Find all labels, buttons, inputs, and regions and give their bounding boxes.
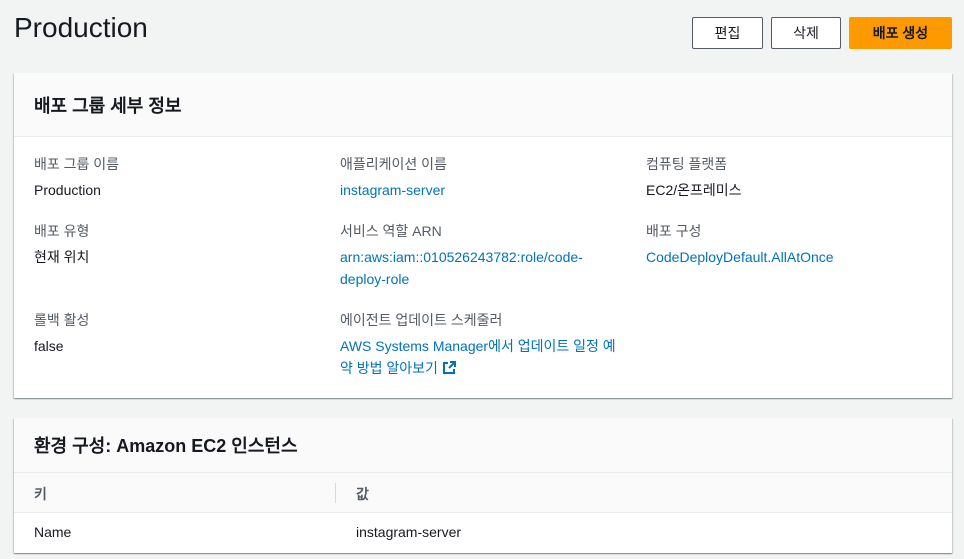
agent-scheduler-line1: AWS Systems Manager에서 업데이트 일정 예 bbox=[340, 338, 616, 354]
details-panel-title: 배포 그룹 세부 정보 bbox=[34, 95, 182, 116]
service-role-field: 서비스 역할 ARN arn:aws:iam::010526243782:rol… bbox=[340, 221, 630, 290]
deploy-type-field: 배포 유형 현재 위치 bbox=[34, 221, 324, 268]
group-name-field: 배포 그룹 이름 Production bbox=[34, 154, 324, 201]
deploy-config-label: 배포 구성 bbox=[646, 223, 702, 239]
app-name-link[interactable]: instagram-server bbox=[340, 179, 630, 201]
row-value-cell: instagram-server bbox=[356, 524, 462, 540]
service-role-label: 서비스 역할 ARN bbox=[340, 223, 442, 239]
service-role-link[interactable]: arn:aws:iam::010526243782:role/code- dep… bbox=[340, 246, 630, 290]
deploy-type-value: 현재 위치 bbox=[34, 249, 90, 265]
env-table-header: 키 값 bbox=[14, 473, 952, 513]
column-header-value: 값 bbox=[356, 486, 369, 502]
deploy-type-label: 배포 유형 bbox=[34, 223, 90, 239]
deploy-config-field: 배포 구성 CodeDeployDefault.AllAtOnce bbox=[646, 221, 936, 268]
delete-button[interactable]: 삭제 bbox=[771, 17, 841, 49]
deployment-group-details-panel: 배포 그룹 세부 정보 배포 그룹 이름 Production 애플리케이션 이… bbox=[14, 73, 952, 398]
env-panel-title: 환경 구성: Amazon EC2 인스턴스 bbox=[34, 436, 298, 456]
platform-label: 컴퓨팅 플랫폼 bbox=[646, 156, 728, 172]
app-name-field: 애플리케이션 이름 instagram-server bbox=[340, 154, 630, 201]
header-actions: 편집 삭제 배포 생성 bbox=[692, 17, 952, 49]
environment-config-panel: 환경 구성: Amazon EC2 인스턴스 키 값 Name instagra… bbox=[14, 418, 952, 553]
column-divider[interactable] bbox=[335, 483, 336, 503]
external-link-icon bbox=[442, 359, 456, 381]
details-grid: 배포 그룹 이름 Production 애플리케이션 이름 instagram-… bbox=[14, 137, 952, 398]
column-header-key: 키 bbox=[34, 486, 47, 502]
platform-value: EC2/온프레미스 bbox=[646, 182, 742, 198]
env-panel-header: 환경 구성: Amazon EC2 인스턴스 bbox=[14, 418, 952, 473]
agent-scheduler-field: 에이전트 업데이트 스케줄러 AWS Systems Manager에서 업데이… bbox=[340, 310, 630, 381]
rollback-label: 롤백 활성 bbox=[34, 312, 90, 328]
row-key-cell: Name bbox=[34, 524, 72, 540]
agent-scheduler-line2: 약 방법 알아보기 bbox=[340, 360, 438, 376]
group-name-value: Production bbox=[34, 182, 101, 198]
agent-scheduler-label: 에이전트 업데이트 스케줄러 bbox=[340, 312, 503, 328]
group-name-label: 배포 그룹 이름 bbox=[34, 156, 120, 172]
platform-field: 컴퓨팅 플랫폼 EC2/온프레미스 bbox=[646, 154, 936, 201]
details-panel-header: 배포 그룹 세부 정보 bbox=[14, 73, 952, 137]
rollback-field: 롤백 활성 false bbox=[34, 310, 324, 357]
page-header: Production 편집 삭제 배포 생성 bbox=[0, 0, 964, 64]
page-title: Production bbox=[14, 12, 148, 43]
service-role-line2: deploy-role bbox=[340, 271, 410, 287]
app-name-label: 애플리케이션 이름 bbox=[340, 156, 447, 172]
agent-scheduler-link[interactable]: AWS Systems Manager에서 업데이트 일정 예 약 방법 알아보… bbox=[340, 335, 630, 381]
deploy-config-link[interactable]: CodeDeployDefault.AllAtOnce bbox=[646, 246, 936, 268]
create-deployment-button[interactable]: 배포 생성 bbox=[849, 17, 952, 49]
rollback-value: false bbox=[34, 338, 64, 354]
service-role-line1: arn:aws:iam::010526243782:role/code- bbox=[340, 249, 583, 265]
table-row: Name instagram-server bbox=[14, 513, 952, 553]
edit-button[interactable]: 편집 bbox=[692, 17, 763, 49]
